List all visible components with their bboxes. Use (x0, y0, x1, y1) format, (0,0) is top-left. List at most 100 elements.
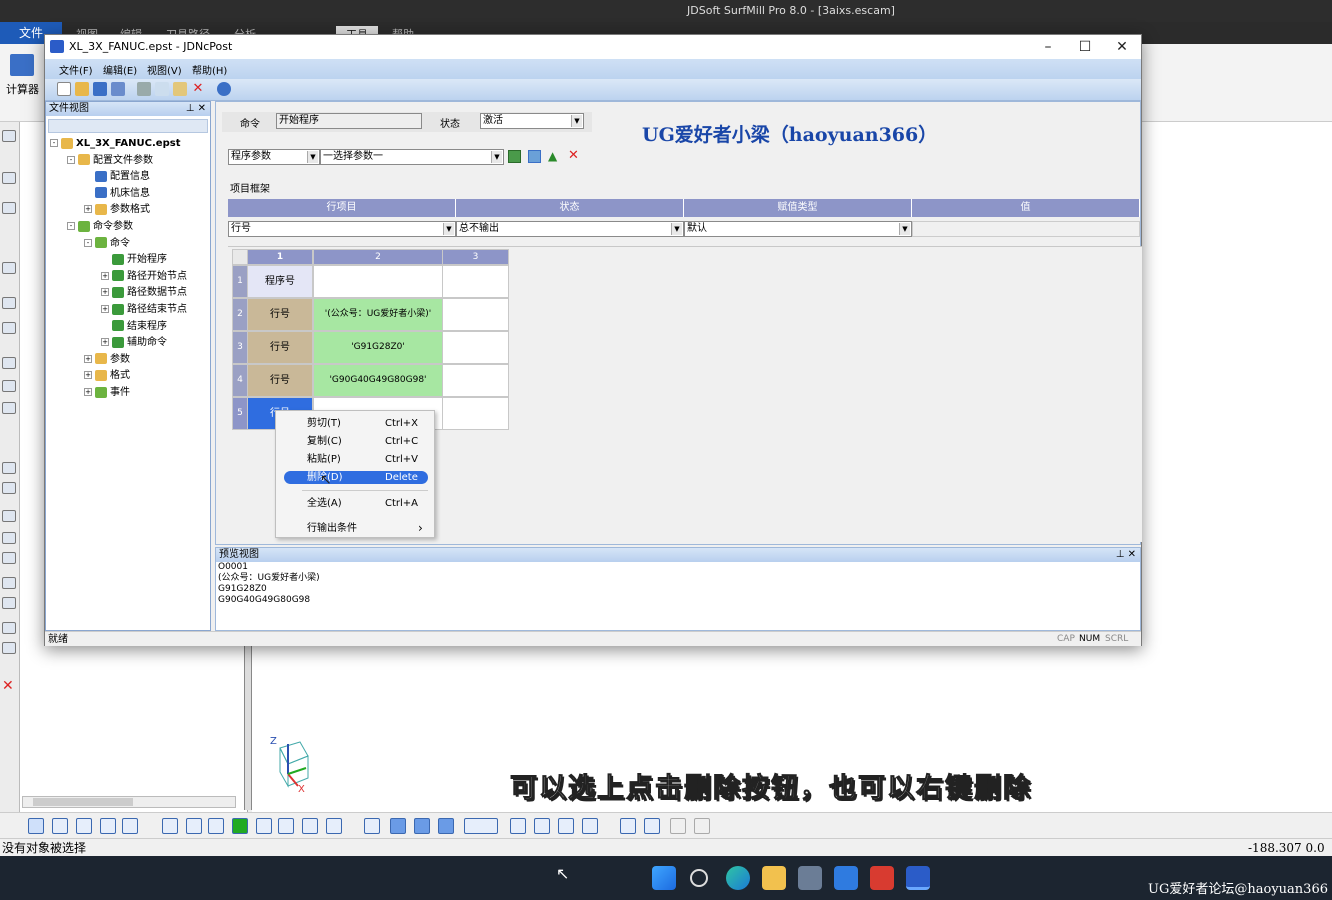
tree-node[interactable]: + 参数格式 (84, 202, 150, 217)
sheet-row-header[interactable]: 3 (232, 331, 248, 364)
tree-node[interactable]: 机床信息 (84, 186, 150, 201)
file-explorer-icon[interactable] (762, 866, 786, 890)
tool-icon[interactable] (364, 818, 380, 834)
tool-icon[interactable] (2, 532, 16, 544)
tool-icon[interactable] (2, 322, 16, 334)
open-folder-icon[interactable] (75, 82, 89, 96)
tool-icon[interactable] (2, 297, 16, 309)
tool-icon[interactable] (2, 482, 16, 494)
app-icon[interactable] (834, 866, 858, 890)
expand-icon[interactable]: + (84, 354, 92, 363)
tool-icon[interactable] (582, 818, 598, 834)
expand-icon[interactable]: + (101, 288, 109, 297)
collapse-icon[interactable]: - (50, 139, 58, 147)
tool-icon[interactable] (2, 510, 16, 522)
tree-node[interactable]: 配置信息 (84, 169, 150, 184)
calculator-icon[interactable] (10, 54, 34, 76)
sheet-cell-value[interactable]: 'G91G28Z0' (313, 331, 443, 364)
sheet-col-header[interactable]: 3 (442, 249, 509, 265)
sheet-row-header[interactable]: 2 (232, 298, 248, 331)
tool-icon[interactable] (414, 818, 430, 834)
tool-icon[interactable] (256, 818, 272, 834)
edge-browser-icon[interactable] (726, 866, 750, 890)
tool-icon[interactable] (162, 818, 178, 834)
context-menu-item[interactable]: 行输出条件 › (284, 522, 428, 535)
tool-icon[interactable] (620, 818, 636, 834)
tree-node[interactable]: + 参数 (84, 352, 130, 367)
select-icon[interactable] (28, 818, 44, 834)
paste-icon[interactable] (173, 82, 187, 96)
cut-icon[interactable] (137, 82, 151, 96)
sheet-cell-item[interactable]: 行号 (247, 364, 313, 397)
copy-icon[interactable] (155, 82, 169, 96)
collapse-icon[interactable]: - (67, 222, 75, 230)
delete-row-icon[interactable]: ✕ (568, 148, 581, 163)
sheet-cell-extra[interactable] (442, 265, 509, 298)
tool-icon[interactable] (390, 818, 406, 834)
delete-icon[interactable]: ✕ (2, 678, 14, 694)
context-menu-item[interactable]: 剪切(T) Ctrl+X (284, 417, 428, 430)
collapse-icon[interactable]: - (84, 238, 92, 247)
sheet-col-header[interactable]: 2 (313, 249, 443, 265)
tree-node[interactable]: - 命令 (84, 236, 130, 251)
undo-icon[interactable] (670, 818, 686, 834)
tool-icon[interactable] (534, 818, 550, 834)
row-value-field[interactable] (912, 221, 1140, 237)
tree-node[interactable]: + 事件 (84, 385, 130, 400)
expand-icon[interactable]: + (84, 388, 92, 396)
save-icon[interactable] (93, 82, 107, 96)
minimize-button[interactable]: – (1029, 35, 1067, 59)
tree-node[interactable]: + 路径数据节点 (101, 285, 187, 300)
tree-node[interactable]: + 辅助命令 (101, 335, 167, 350)
context-menu-item[interactable]: 全选(A) Ctrl+A (284, 497, 428, 510)
dropdown-tool-icon[interactable] (464, 818, 498, 834)
tool-icon[interactable] (2, 402, 16, 414)
tree-node[interactable]: 结束程序 (101, 319, 167, 334)
tool-icon[interactable] (278, 818, 294, 834)
context-menu-item[interactable]: 复制(C) Ctrl+C (284, 435, 428, 448)
expand-icon[interactable]: + (101, 305, 109, 313)
tool-icon[interactable] (2, 380, 16, 392)
tool-icon[interactable] (100, 818, 116, 834)
tree-node[interactable]: - 命令参数 (67, 219, 133, 234)
tree-node[interactable]: + 格式 (84, 368, 130, 383)
collapse-icon[interactable]: - (67, 155, 75, 164)
tool-icon[interactable] (2, 357, 16, 369)
delete-icon[interactable]: ✕ (191, 82, 205, 96)
save-all-icon[interactable] (111, 82, 125, 96)
tool-icon[interactable] (208, 818, 224, 834)
splitter[interactable] (244, 645, 252, 810)
param-select[interactable]: 一选择参数一 ▼ (320, 149, 504, 165)
tool-icon[interactable] (302, 818, 318, 834)
row-assign-select[interactable]: 默认 ▼ (684, 221, 912, 237)
new-file-icon[interactable] (57, 82, 71, 96)
sheet-row-header[interactable]: 1 (232, 265, 248, 298)
menu-view[interactable]: 视图(V) (147, 62, 182, 77)
sheet-col-header[interactable]: 1 (247, 249, 313, 265)
param-combo[interactable]: 程序参数 ▼ (228, 149, 320, 165)
panel-pin-close-icon[interactable]: ⊥ ✕ (186, 102, 206, 116)
sheet-cell-item[interactable]: 行号 (247, 298, 313, 331)
sheet-cell-value[interactable]: 'G90G40G49G80G98' (313, 364, 443, 397)
app-icon[interactable] (870, 866, 894, 890)
sheet-cell-extra[interactable] (442, 298, 509, 331)
calculator-app-icon[interactable] (798, 866, 822, 890)
sheet-cell-extra[interactable] (442, 397, 509, 430)
menu-help[interactable]: 帮助(H) (192, 62, 227, 77)
search-icon[interactable] (690, 869, 708, 887)
sheet-cell-value[interactable]: '(公众号：UG爱好者小梁)' (313, 298, 443, 331)
windows-start-icon[interactable] (652, 866, 676, 890)
sheet-cell-value[interactable] (313, 265, 443, 298)
tool-icon[interactable] (510, 818, 526, 834)
row-item-select[interactable]: 行号 ▼ (228, 221, 456, 237)
tool-icon[interactable] (326, 818, 342, 834)
help-icon[interactable] (217, 82, 231, 96)
tool-icon[interactable] (186, 818, 202, 834)
state-select[interactable]: 激活 ▼ (480, 113, 584, 129)
tool-icon[interactable] (694, 818, 710, 834)
sheet-cell-item[interactable]: 程序号 (247, 265, 313, 298)
horizontal-scrollbar[interactable] (22, 796, 236, 808)
sheet-cell-extra[interactable] (442, 331, 509, 364)
tool-icon[interactable] (2, 462, 16, 474)
context-menu-item[interactable]: 删除(D) Delete (284, 471, 428, 484)
